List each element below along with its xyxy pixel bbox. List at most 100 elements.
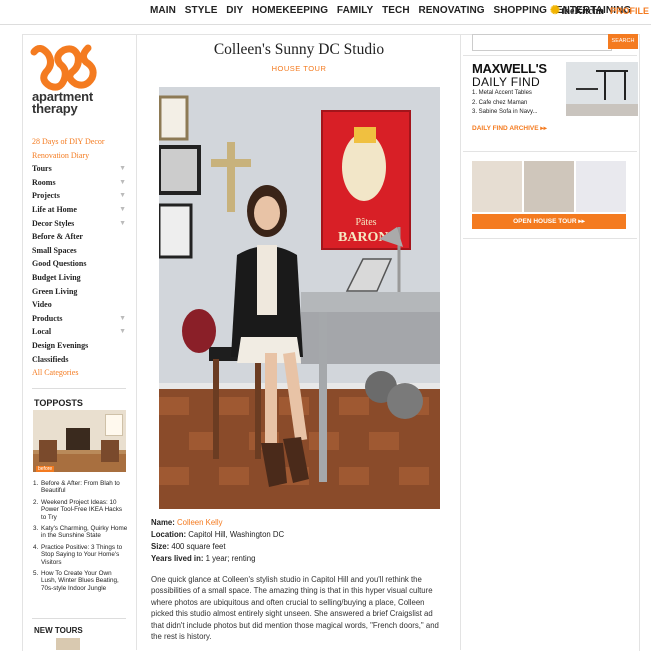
sidebar-item[interactable]: Products ▼ [32,312,128,326]
sidebar-item-label: Classifieds [32,354,69,364]
sidebar-item[interactable]: Local ▼ [32,325,128,339]
daily-find-archive-link[interactable]: DAILY FIND ARCHIVE ▸▸ [472,124,547,132]
sidebar-item-label: Good Questions [32,259,87,269]
open-house-thumb[interactable] [472,161,522,212]
sidebar-item[interactable]: Green Living [32,285,128,299]
sidebar-item[interactable]: Renovation Diary [32,149,128,163]
sidebar-item-label: Products [32,313,63,323]
chevron-down-icon[interactable]: ▼ [119,176,126,190]
sidebar-item[interactable]: Rooms ▼ [32,176,128,190]
sidebar-item[interactable]: All Categories [32,366,128,380]
size-row: Size: 400 square feet [151,541,284,553]
brand-name-line2[interactable]: therapy [32,101,78,116]
sidebar-item[interactable]: Life at Home ▼ [32,203,128,217]
top-post-title: Practice Positive: 3 Things to Stop Sayi… [41,543,123,566]
location-label: Location: [151,530,187,539]
sidebar-item-label: Projects [32,191,60,201]
nav-family[interactable]: FAMILY [337,5,373,16]
profile-link[interactable]: PROFILE [610,6,649,16]
location-value: Capitol Hill, Washington DC [188,530,285,539]
daily-find-image[interactable] [566,62,638,116]
apartment-therapy-logo-icon[interactable] [30,42,100,92]
name-value[interactable]: Colleen Kelly [177,518,223,527]
divider [136,34,137,650]
sidebar-item-label: Local [32,327,52,337]
daily-find-item[interactable]: 3. Sabine Sofa in Navy... [472,108,538,118]
open-house-thumb[interactable] [576,161,626,212]
sidebar-item[interactable]: Good Questions [32,257,128,271]
top-posts-heading-bold: TOP [34,398,53,408]
top-post-title: How To Create Your Own Lush, Winter Blue… [41,570,119,592]
sidebar-item[interactable]: Budget Living [32,271,128,285]
open-house-thumb[interactable] [524,161,574,212]
top-post-title: Weekend Project Ideas: 10 Power Tool-Fre… [41,498,123,521]
nav-style[interactable]: STYLE [185,5,218,16]
divider [463,151,637,152]
nav-tech[interactable]: TECH [382,5,410,16]
top-post-item[interactable]: 3. Katy's Charming, Quirky Home in the Su… [33,525,128,540]
nav-homekeeping[interactable]: HOMEKEEPING [252,5,328,16]
daily-find-list: 1. Metal Accent Tables 2. Cafe chez Mama… [472,89,538,118]
top-post-number: 5. [33,570,39,578]
sidebar-nav: 28 Days of DIY Decor Renovation Diary Tour… [32,135,128,380]
divider [460,34,461,650]
daily-find-item[interactable]: 2. Cafe chez Maman [472,99,538,109]
years-label: Years lived in: [151,554,204,563]
studio-photo-illustration: Pâtes BARONI [159,87,440,509]
search-button[interactable]: SEARCH [608,34,638,49]
top-post-thumbnail[interactable]: before [33,410,126,472]
article-title: Colleen's Sunny DC Studio [213,41,385,58]
article-details: Name: Colleen Kelly Location: Capitol Hi… [151,517,284,565]
new-tour-thumbnail[interactable] [56,638,80,650]
location-row: Location: Capitol Hill, Washington DC [151,529,284,541]
top-post-item[interactable]: 4. Practice Positive: 3 Things to Stop Sa… [33,544,128,566]
open-house-tour-button[interactable]: OPEN HOUSE TOUR ▸▸ [472,214,626,229]
kitchn-link[interactable]: ✺theKitchn [550,3,604,18]
sidebar-item-label: All Categories [32,368,79,378]
chevron-down-icon[interactable]: ▼ [119,203,126,217]
nav-main[interactable]: MAIN [150,5,176,16]
new-tours-heading: NEW TOURS [34,626,83,635]
top-post-number: 1. [33,480,39,487]
name-label: Name: [151,518,175,527]
sidebar-item[interactable]: Tours ▼ [32,162,128,176]
kitchn-label: theKitchn [561,6,604,17]
article-category-tag[interactable]: HOUSE TOUR [140,64,458,73]
daily-find-item[interactable]: 1. Metal Accent Tables [472,89,538,99]
sidebar-item[interactable]: 28 Days of DIY Decor [32,135,128,149]
sidebar-item[interactable]: Before & After [32,230,128,244]
top-posts-list: 1. Before & After: From Blah to Beautiful… [33,480,128,596]
top-post-item[interactable]: 2. Weekend Project Ideas: 10 Power Tool-F… [33,499,128,521]
search-input[interactable] [472,34,612,51]
top-navigation: MAIN STYLE DIY HOMEKEEPING FAMILY TECH R… [0,0,651,25]
size-value: 400 square feet [171,542,226,551]
top-post-item[interactable]: 5. How To Create Your Own Lush, Winter Bl… [33,570,128,592]
nav-shopping[interactable]: SHOPPING [493,5,547,16]
sidebar-item-label: Decor Styles [32,218,75,228]
article-photo: Pâtes BARONI [159,87,440,509]
nav-renovating[interactable]: RENOVATING [418,5,484,16]
daily-find-title-1[interactable]: MAXWELL'S [472,61,547,76]
size-label: Size: [151,542,170,551]
sidebar-item-label: 28 Days of DIY Decor [32,137,105,146]
sidebar-item-label: Before & After [32,232,83,242]
top-post-title: Katy's Charming, Quirky Home in the Suns… [41,525,128,540]
chevron-down-icon[interactable]: ▼ [119,312,126,326]
sidebar-item[interactable]: Decor Styles ▼ [32,217,128,231]
chevron-down-icon[interactable]: ▼ [119,162,126,176]
sidebar-item-label: Small Spaces [32,245,77,255]
nav-diy[interactable]: DIY [226,5,243,16]
daily-find-title-2[interactable]: DAILY FIND [472,75,540,89]
sidebar-item[interactable]: Small Spaces [32,244,128,258]
article-body: One quick glance at Colleen's stylish st… [151,575,439,642]
sidebar-item[interactable]: Classifieds [32,353,128,367]
chevron-down-icon[interactable]: ▼ [119,189,126,203]
sidebar-item[interactable]: Design Evenings [32,339,128,353]
chevron-down-icon[interactable]: ▼ [119,217,126,231]
sidebar-item[interactable]: Video [32,298,128,312]
top-post-item[interactable]: 1. Before & After: From Blah to Beautiful [33,480,128,495]
sidebar-item[interactable]: Projects ▼ [32,189,128,203]
sidebar-item-label: Renovation Diary [32,150,90,160]
sun-icon: ✺ [550,3,561,17]
chevron-down-icon[interactable]: ▼ [119,325,126,339]
